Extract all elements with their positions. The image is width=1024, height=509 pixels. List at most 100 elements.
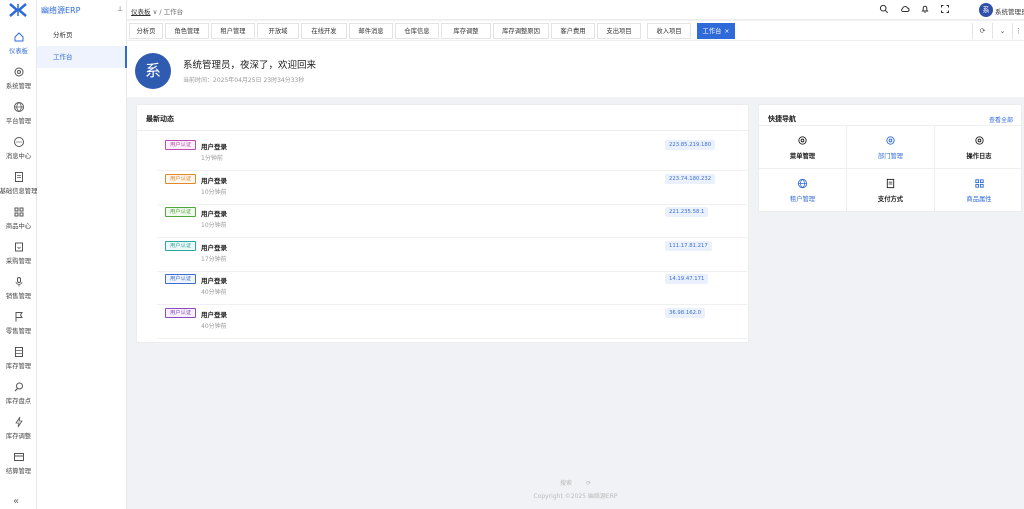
welcome-title: 系统管理员，夜深了，欢迎回来	[183, 60, 317, 71]
activity-name: 用户登录	[201, 277, 227, 285]
user-name[interactable]: 系统管理员	[995, 6, 1024, 16]
more-icon[interactable]: ⋮	[1012, 23, 1024, 39]
tab-adjust-reason[interactable]: 库存调整原因	[493, 23, 549, 39]
status-badge: 用户认证	[165, 173, 197, 184]
tab-strip: 分析页 角色管理 租户管理 开放域 在线开发 邮件消息 仓库信息 库存调整 库存…	[127, 21, 1024, 41]
rail-item-stocktake[interactable]: 库存盘点	[0, 381, 37, 415]
quicknav-menu-mgmt[interactable]: 菜单管理	[759, 126, 847, 169]
tab-online-dev[interactable]: 在线开发	[301, 23, 347, 39]
copyright: Copyright ©2025 幽络源ERP	[533, 493, 618, 500]
globe-icon	[797, 178, 808, 189]
rail-item-basic-info[interactable]: 基础信息管理	[0, 171, 37, 205]
quicknav-op-log[interactable]: 操作日志	[935, 126, 1023, 169]
side-item-analysis[interactable]: 分析页	[37, 24, 127, 46]
activity-time: 10分钟前	[201, 222, 227, 229]
rail-item-platform[interactable]: 平台管理	[0, 101, 37, 135]
status-badge: 用户认证	[165, 240, 197, 251]
grid-icon	[974, 179, 984, 188]
list-item: 用户认证 用户登录 10分钟前 223.74.180.232	[157, 171, 747, 205]
card-icon	[13, 453, 24, 461]
gear-icon	[14, 67, 23, 77]
list-item: 用户认证 用户登录 10分钟前 221.235.58.1	[157, 204, 747, 238]
cart-icon	[14, 242, 23, 252]
ip-badge: 111.17.81.217	[665, 240, 712, 251]
ip-badge: 14.19.47.171	[665, 274, 709, 284]
list-item: 用户认证 用户登录 40分钟前 14.19.47.171	[157, 271, 747, 305]
tab-expense[interactable]: 支出项目	[597, 23, 641, 39]
status-badge: 用户认证	[165, 274, 197, 284]
status-badge: 用户认证	[165, 140, 197, 150]
close-icon[interactable]: ×	[724, 28, 729, 35]
rail-item-dashboard[interactable]: 仪表板	[0, 31, 37, 65]
rail-item-system[interactable]: 系统管理	[0, 66, 37, 100]
quicknav-label: 操作日志	[966, 153, 992, 160]
quicknav-dept-mgmt[interactable]: 部门管理	[847, 126, 935, 169]
tab-income[interactable]: 收入项目	[647, 23, 691, 39]
card-title: 快捷导航	[768, 115, 796, 123]
activity-name: 用户登录	[201, 176, 227, 185]
status-badge: 用户认证	[165, 307, 197, 318]
quicknav-product-attr[interactable]: 商品属性	[935, 169, 1023, 212]
gear-icon	[798, 136, 807, 145]
logo-icon[interactable]	[9, 3, 27, 17]
activity-time: 10分钟前	[201, 188, 227, 196]
mic-icon	[15, 277, 22, 287]
rail-item-sales[interactable]: 销售管理	[0, 276, 37, 310]
tab-mail[interactable]: 邮件消息	[349, 23, 393, 39]
activity-time: 40分钟前	[201, 289, 227, 296]
tab-role-mgmt[interactable]: 角色管理	[165, 23, 209, 39]
activity-name: 用户登录	[201, 243, 227, 252]
tab-customer-fee[interactable]: 客户费用	[551, 23, 595, 39]
tab-workbench[interactable]: 工作台 ×	[697, 23, 735, 39]
grid-icon	[14, 207, 23, 217]
activity-name: 用户登录	[201, 143, 227, 151]
cloud-icon[interactable]	[900, 4, 910, 14]
breadcrumb-sep: ∨ /	[152, 8, 162, 16]
activity-time: 1分钟前	[201, 155, 223, 162]
avatar[interactable]: 系	[979, 3, 993, 17]
tab-analysis[interactable]: 分析页	[129, 23, 163, 39]
tab-warehouse[interactable]: 仓库信息	[395, 23, 439, 39]
search-icon[interactable]	[879, 4, 889, 14]
ip-badge: 36.98.162.0	[665, 307, 706, 318]
card-title: 最新动态	[146, 115, 174, 123]
bell-icon[interactable]	[920, 4, 930, 14]
top-header: 仪表板 ∨ / 工作台 系 系统管理员	[127, 0, 1024, 20]
quicknav-payment[interactable]: 支付方式	[847, 169, 935, 212]
rail-item-messages[interactable]: 消息中心	[0, 136, 37, 170]
quicknav-label: 部门管理	[877, 153, 904, 160]
activity-card: 最新动态 用户认证 用户登录 1分钟前 223.85.219.180 用户认证 用户登录 1…	[136, 104, 749, 343]
globe-icon	[13, 102, 24, 112]
breadcrumb-root[interactable]: 仪表板	[131, 8, 151, 16]
current-time: 当前时间：2025年04月25日 23时34分33秒	[183, 77, 305, 84]
view-all-link[interactable]: 查看全部	[989, 115, 1013, 124]
list-item: 用户认证 用户登录 1分钟前 223.85.219.180	[157, 137, 747, 171]
doc-icon	[14, 172, 23, 182]
ip-badge: 221.235.58.1	[665, 207, 709, 217]
quicknav-label: 商品属性	[966, 196, 992, 203]
fullscreen-icon[interactable]	[940, 4, 950, 14]
refresh-icon[interactable]: ⟳	[972, 23, 992, 39]
rail-item-inventory[interactable]: 库存管理	[0, 346, 37, 380]
quicknav-card: 快捷导航 查看全部 菜单管理 部门管理 操作日志 租户管理 支付方式 商品属性	[758, 104, 1023, 212]
quicknav-tenant-mgmt[interactable]: 租户管理	[759, 169, 847, 212]
chevron-down-icon[interactable]: ⌄	[992, 23, 1012, 39]
rail-item-purchase[interactable]: 采购管理	[0, 241, 37, 275]
tab-stock-adjust[interactable]: 库存调整	[441, 23, 491, 39]
chat-icon	[13, 137, 24, 147]
quicknav-label: 菜单管理	[789, 153, 816, 160]
footer-links[interactable]: 搜索 ⟳	[127, 478, 1024, 487]
quicknav-label: 支付方式	[877, 196, 904, 203]
tab-open-domain[interactable]: 开放域	[257, 23, 299, 39]
quicknav-label: 租户管理	[789, 196, 816, 203]
tab-tenant-mgmt[interactable]: 租户管理	[211, 23, 255, 39]
collapse-icon[interactable]: «	[13, 496, 19, 507]
rail-item-retail[interactable]: 零售管理	[0, 311, 37, 345]
gear-icon	[974, 136, 984, 145]
rail-item-adjust[interactable]: 库存调整	[0, 416, 37, 450]
app-brand: 幽络源ERP	[41, 6, 81, 15]
side-item-workbench[interactable]: 工作台	[37, 46, 127, 68]
rail-item-products[interactable]: 商品中心	[0, 206, 37, 240]
pin-icon[interactable]: ⊥	[117, 5, 123, 13]
rail-item-settlement[interactable]: 结算管理	[0, 451, 37, 485]
